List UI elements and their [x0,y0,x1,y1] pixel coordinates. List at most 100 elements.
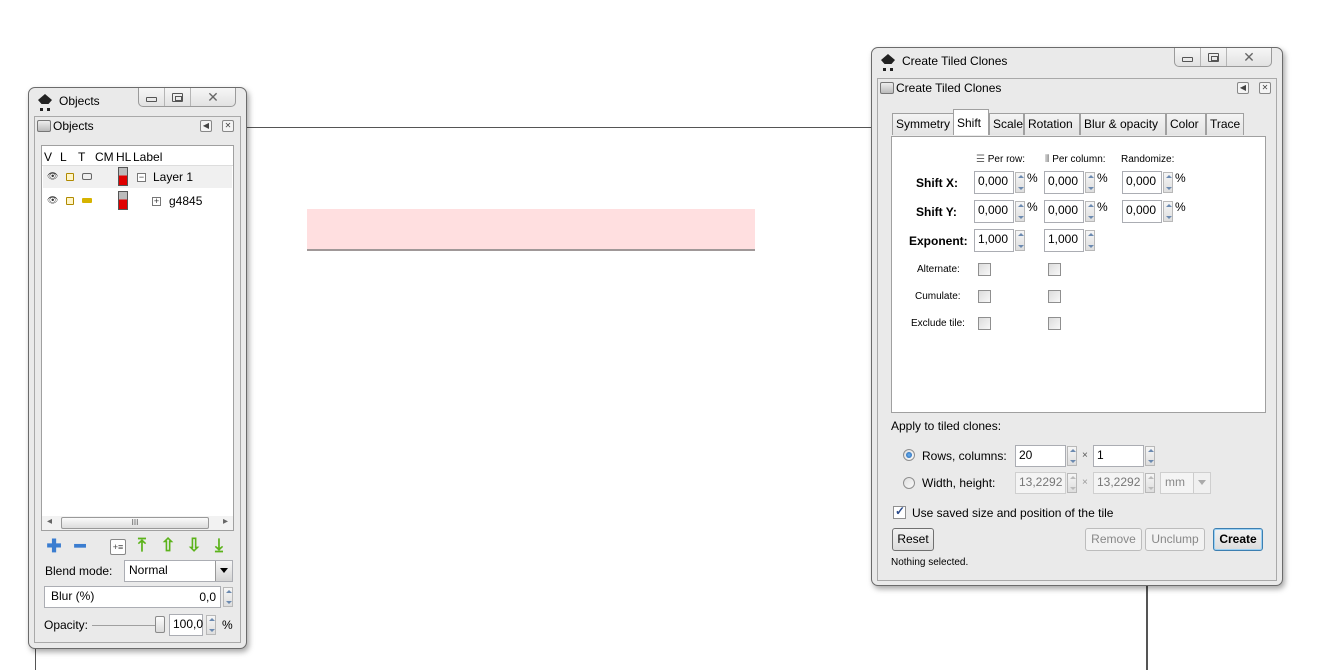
shift-y-per-row-spinner[interactable] [1015,201,1025,222]
insert-node-icon[interactable]: +≡ [110,539,126,555]
width-height-label[interactable]: Width, height: [922,476,995,490]
rows-columns-label[interactable]: Rows, columns: [922,449,1007,463]
dock-iconify-button[interactable]: ◀ [1237,82,1249,94]
close-button[interactable]: ✕ [191,88,235,106]
raise-to-top-icon[interactable]: ⤒ [133,535,151,555]
remove-button[interactable]: Remove [1085,528,1142,551]
width-spinner[interactable] [1067,473,1077,493]
width-height-radio[interactable] [903,477,915,489]
highlight-color-swatch[interactable] [118,167,128,186]
shift-x-randomize-spinner[interactable] [1163,172,1173,193]
rows-input[interactable]: 20 [1015,445,1066,467]
shift-x-per-column-input[interactable]: 0,000 [1044,171,1084,194]
lock-open-icon[interactable] [66,173,74,181]
maximize-button[interactable] [1201,48,1227,66]
shift-x-per-row-spinner[interactable] [1015,172,1025,193]
raise-icon[interactable]: ⇧ [159,535,177,555]
cumulate-per-column-checkbox[interactable] [1048,290,1061,303]
remove-icon[interactable]: ━ [71,536,89,556]
blend-mode-select[interactable]: Normal [124,560,233,582]
tab-label: Trace [1210,117,1241,131]
scrollbar-thumb[interactable]: III [61,517,209,529]
columns-spinner[interactable] [1145,446,1155,466]
lock-open-icon[interactable] [66,197,74,205]
column-header-locked[interactable]: L [60,150,67,164]
shift-y-randomize-input[interactable]: 0,000 [1122,200,1162,223]
reset-button[interactable]: Reset [892,528,934,551]
scroll-left-icon[interactable]: ◂ [47,516,52,527]
lower-to-bottom-icon[interactable]: ⤓ [210,535,228,555]
objects-window-titlebar[interactable]: Objects [37,94,100,111]
width-input[interactable]: 13,2292 [1015,472,1066,494]
tab-trace[interactable]: Trace [1206,113,1244,135]
selected-object-rect[interactable] [307,209,755,251]
expand-icon[interactable]: + [152,197,161,206]
columns-input[interactable]: 1 [1093,445,1144,467]
shift-y-per-column-spinner[interactable] [1085,201,1095,222]
tab-scale[interactable]: Scale [989,113,1024,135]
highlight-color-swatch[interactable] [118,191,128,210]
tree-row-label[interactable]: g4845 [169,194,202,208]
use-saved-size-checkbox[interactable] [893,504,906,519]
blur-field[interactable]: Blur (%) 0,0 [44,586,221,608]
minimize-button[interactable] [1175,48,1201,66]
height-input[interactable]: 13,2292 [1093,472,1144,494]
unit-select[interactable]: mm [1160,472,1211,494]
column-header-visible[interactable]: V [44,150,52,164]
exponent-per-column-spinner[interactable] [1085,230,1095,251]
add-layer-icon[interactable]: ✚ [45,536,63,556]
exponent-per-row-input[interactable]: 1,000 [974,229,1014,252]
create-button[interactable]: Create [1213,528,1263,551]
exponent-per-row-spinner[interactable] [1015,230,1025,251]
shift-y-per-row-input[interactable]: 0,000 [974,200,1014,223]
use-saved-size-label[interactable]: Use saved size and position of the tile [912,506,1113,520]
eye-visible-icon[interactable]: 👁 [47,171,58,181]
unclump-button[interactable]: Unclump [1145,528,1205,551]
tab-symmetry[interactable]: Symmetry [892,113,954,135]
tab-rotation[interactable]: Rotation [1024,113,1080,135]
column-header-highlight[interactable]: HL [116,150,131,164]
opacity-spinner[interactable] [206,615,216,635]
minimize-button[interactable] [139,88,165,106]
opacity-slider-track[interactable] [92,625,162,626]
shift-y-per-column-input[interactable]: 0,000 [1044,200,1084,223]
column-header-type[interactable]: T [78,150,85,164]
alternate-per-row-checkbox[interactable] [978,263,991,276]
eye-visible-icon[interactable]: 👁 [47,195,58,205]
tab-blur-opacity[interactable]: Blur & opacity [1080,113,1166,135]
exclude-tile-per-row-checkbox[interactable] [978,317,991,330]
tree-row-group[interactable]: 👁 + g4845 [43,190,232,212]
dock-iconify-button[interactable]: ◀ [200,120,212,132]
maximize-button[interactable] [165,88,191,106]
height-spinner[interactable] [1145,473,1155,493]
chevron-down-icon [215,561,232,581]
blur-spinner[interactable] [223,587,233,607]
dock-close-button[interactable]: ✕ [1259,82,1271,94]
opacity-slider-thumb[interactable] [155,616,165,633]
maximize-icon [172,92,183,102]
exclude-tile-per-column-checkbox[interactable] [1048,317,1061,330]
shift-y-randomize-spinner[interactable] [1163,201,1173,222]
shift-x-per-column-spinner[interactable] [1085,172,1095,193]
shift-x-randomize-input[interactable]: 0,000 [1122,171,1162,194]
close-button[interactable]: ✕ [1227,48,1271,66]
lower-icon[interactable]: ⇩ [185,535,203,555]
tab-color[interactable]: Color [1166,113,1206,135]
cumulate-per-row-checkbox[interactable] [978,290,991,303]
exponent-per-column-input[interactable]: 1,000 [1044,229,1084,252]
tree-row-layer[interactable]: 👁 − Layer 1 [43,166,232,188]
collapse-icon[interactable]: − [137,173,146,182]
horizontal-scrollbar[interactable]: ◂ III ▸ [42,516,233,530]
column-header-clipmask[interactable]: CM [95,150,114,164]
opacity-input[interactable]: 100,0 [169,614,203,636]
dock-close-button[interactable]: ✕ [222,120,234,132]
tree-row-label[interactable]: Layer 1 [153,170,193,184]
tab-shift[interactable]: Shift [953,109,989,135]
column-header-label[interactable]: Label [133,150,162,164]
scroll-right-icon[interactable]: ▸ [223,516,228,527]
shift-x-per-row-input[interactable]: 0,000 [974,171,1014,194]
rows-spinner[interactable] [1067,446,1077,466]
alternate-per-column-checkbox[interactable] [1048,263,1061,276]
rows-columns-radio[interactable] [903,449,915,461]
tiled-window-titlebar[interactable]: Create Tiled Clones [880,54,1007,71]
